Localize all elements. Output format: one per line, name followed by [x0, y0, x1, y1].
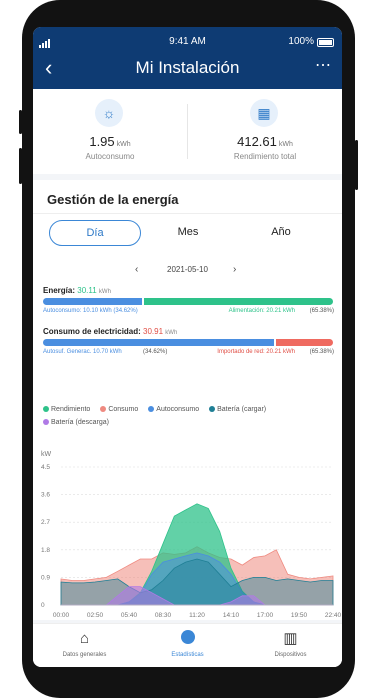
production-title: Energía: 30.11 kWh: [43, 286, 111, 295]
nav-datos-generales[interactable]: ⌂ Datos generales: [33, 624, 136, 667]
legend-label: Autoconsumo: [156, 406, 200, 413]
legend-label: Consumo: [108, 406, 139, 413]
x-tick-label: 22:40: [325, 612, 342, 619]
y-axis-label: kW: [41, 451, 52, 458]
consumption-right-pct: (65.38%): [309, 349, 334, 355]
consumption-unit: kWh: [165, 330, 178, 336]
y-tick-label: 0.9: [41, 574, 50, 581]
home-icon: ⌂: [79, 630, 90, 647]
legend-swatch: [100, 406, 107, 413]
legend-item[interactable]: Batería (descarga): [43, 419, 109, 426]
phone-button: [355, 140, 358, 190]
legend-label: Batería (cargar): [217, 406, 267, 413]
stats-panel: ☼ 1.95 kWh Autoconsumo ▦ 412.61 kWh Rendim…: [33, 89, 342, 174]
bottom-nav: ⌂ Datos generales Estadísticas ▥ Disposi…: [33, 623, 342, 667]
next-date-icon[interactable]: ›: [233, 264, 236, 275]
page-title: Mi Instalación: [135, 58, 240, 77]
legend-swatch: [43, 406, 49, 413]
x-tick-label: 08:30: [155, 612, 172, 619]
stat-label: Autoconsumo: [85, 152, 135, 161]
section-title: Gestión de la energía: [47, 192, 179, 207]
production-left-label: Autoconsumo: 10.10 kWh (34.62%): [43, 308, 138, 314]
nav-label: Datos generales: [62, 652, 107, 658]
stat-unit: kWh: [278, 141, 293, 148]
solar-panel-icon: ▦: [250, 99, 278, 127]
nav-label: Dispositivos: [274, 652, 307, 658]
app-header: 9:41 AM 100% ‹ Mi Instalación ⋯: [33, 27, 342, 89]
y-tick-label: 1.8: [41, 547, 50, 554]
legend-swatch: [43, 419, 49, 426]
x-tick-label: 00:00: [53, 612, 70, 619]
y-tick-label: 4.5: [41, 464, 50, 471]
x-tick-label: 11:20: [189, 612, 205, 619]
divider: [33, 213, 342, 214]
stat-rendimiento: ▦ 412.61 kWh Rendimiento total: [188, 89, 342, 174]
consumption-title: Consumo de electricidad: 30.91 kWh: [43, 327, 177, 336]
x-tick-label: 05:40: [121, 612, 138, 619]
date-label: 2021-05-10: [167, 265, 208, 274]
consumption-label: Consumo de electricidad:: [43, 327, 141, 336]
battery-icon: [317, 38, 334, 47]
production-unit: kWh: [98, 289, 111, 295]
production-right-pct: (65.38%): [309, 308, 334, 314]
production-label: Energía:: [43, 286, 76, 295]
production-value: 30.11: [77, 286, 97, 295]
nav-dispositivos[interactable]: ▥ Dispositivos: [239, 624, 342, 667]
app-screen: 9:41 AM 100% ‹ Mi Instalación ⋯ ☼ 1.95 kW…: [33, 27, 342, 667]
tab-dia[interactable]: Día: [49, 220, 141, 246]
stat-value: 1.95: [89, 134, 115, 149]
legend-item[interactable]: Autoconsumo: [148, 406, 199, 413]
chart-legend: Rendimiento Consumo Autoconsumo Batería (ca…: [43, 406, 338, 432]
devices-icon: ▥: [283, 630, 298, 647]
y-tick-label: 0: [41, 602, 45, 609]
consumption-right-label: Importado de red: 20.21 kWh: [217, 349, 295, 355]
energy-chart[interactable]: kW 4.5 3.6 2.7 1.8 0.9 0 00:00 02:50 05:40 08:30 11…: [33, 445, 342, 620]
stat-label: Rendimiento total: [233, 152, 297, 161]
solar-home-icon: ☼: [95, 99, 123, 127]
legend-label: Batería (descarga): [51, 419, 109, 426]
status-bar: 9:41 AM 100%: [33, 35, 342, 49]
consumption-left-label: Autosuf. Generac. 10.70 kWh: [43, 349, 122, 355]
x-tick-label: 17:00: [257, 612, 274, 619]
legend-item[interactable]: Rendimiento: [43, 406, 90, 413]
production-bar-autoconsumo: [43, 298, 143, 305]
legend-swatch: [209, 406, 216, 413]
stat-unit: kWh: [116, 141, 131, 148]
date-selector: ‹ 2021-05-10 ›: [33, 264, 342, 279]
x-tick-label: 19:50: [291, 612, 308, 619]
consumption-bar: [43, 339, 333, 346]
more-icon[interactable]: ⋯: [315, 55, 332, 75]
consumption-bar-self: [43, 339, 274, 346]
pie-chart-icon: [180, 630, 195, 644]
production-bar-feed-in: [144, 298, 333, 305]
consumption-value: 30.91: [143, 327, 164, 336]
series-area: [60, 558, 334, 606]
legend-item[interactable]: Batería (cargar): [209, 406, 266, 413]
nav-label: Estadísticas: [171, 652, 204, 658]
consumption-bar-grid: [276, 339, 333, 346]
production-right-label: Alimentación: 20.21 kWh: [228, 308, 295, 314]
consumption-left-pct: (34.62%): [143, 349, 168, 355]
tab-ano[interactable]: Año: [236, 220, 326, 244]
y-tick-label: 2.7: [41, 519, 50, 526]
legend-label: Rendimiento: [51, 406, 91, 413]
period-tabs: Día Mes Año: [33, 220, 342, 246]
nav-estadisticas[interactable]: Estadísticas: [136, 624, 239, 667]
tab-mes[interactable]: Mes: [143, 220, 233, 244]
x-tick-label: 14:10: [223, 612, 240, 619]
stat-autoconsumo: ☼ 1.95 kWh Autoconsumo: [33, 89, 187, 174]
production-bar: [43, 298, 333, 305]
phone-button: [19, 148, 22, 184]
energy-card: Gestión de la energía Día Mes Año ‹ 2021…: [33, 180, 342, 620]
legend-swatch: [148, 406, 155, 413]
y-tick-label: 3.6: [41, 492, 50, 499]
phone-button: [19, 110, 22, 134]
stat-value: 412.61: [237, 134, 277, 149]
x-tick-label: 02:50: [87, 612, 104, 619]
status-battery: 100%: [288, 36, 314, 47]
legend-item[interactable]: Consumo: [100, 406, 138, 413]
